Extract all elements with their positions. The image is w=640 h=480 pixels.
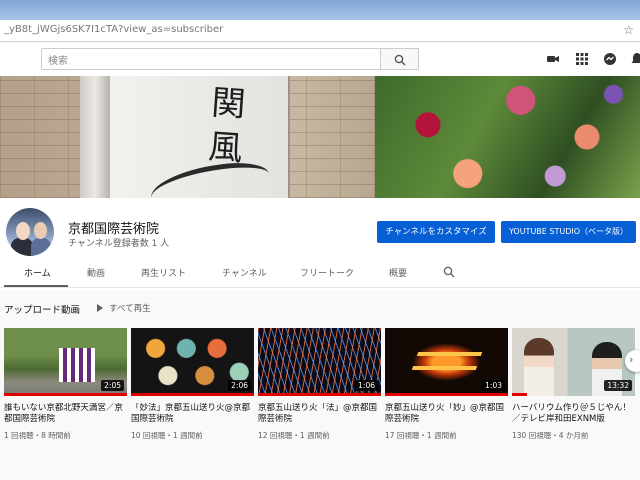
play-icon bbox=[97, 304, 103, 312]
avatar-face bbox=[34, 222, 47, 239]
video-duration: 1:03 bbox=[482, 380, 505, 391]
watch-progress bbox=[131, 393, 254, 396]
video-duration: 1:06 bbox=[355, 380, 378, 391]
browser-titlebar bbox=[0, 0, 640, 20]
avatar-figure bbox=[11, 238, 33, 256]
play-all-label: すべて再生 bbox=[109, 304, 151, 314]
watch-progress bbox=[385, 393, 508, 396]
thumbnail-art bbox=[59, 348, 95, 382]
video-card[interactable]: 1:03 京都五山送り火「妙」@京都国際芸術院 17 回視聴・1 週間前 bbox=[385, 328, 508, 441]
star-icon[interactable]: ☆ bbox=[623, 23, 634, 37]
video-title[interactable]: 京都五山送り火「法」@京都国際芸術院 bbox=[258, 403, 381, 425]
video-duration: 2:06 bbox=[228, 380, 251, 391]
tab-videos[interactable]: 動画 bbox=[87, 266, 105, 279]
masthead bbox=[0, 43, 640, 76]
messages-icon[interactable] bbox=[603, 52, 617, 66]
video-duration: 2:05 bbox=[101, 380, 124, 391]
carousel-next-button[interactable]: › bbox=[625, 350, 640, 372]
watch-progress bbox=[4, 393, 127, 396]
video-thumbnail[interactable]: 1:03 bbox=[385, 328, 508, 396]
tab-discussion[interactable]: フリートーク bbox=[300, 266, 354, 279]
video-thumbnail[interactable]: 2:05 bbox=[4, 328, 127, 396]
channel-tabs: ホーム 動画 再生リスト チャンネル フリートーク 概要 bbox=[0, 260, 640, 288]
youtube-channel-page: _yB8t_jWGjs6SK7I1cTA?view_as=subscriber … bbox=[0, 0, 640, 480]
video-duration: 13:32 bbox=[604, 380, 632, 391]
search-input[interactable] bbox=[42, 51, 380, 72]
search-icon bbox=[394, 54, 406, 66]
video-meta: 10 回視聴・1 週間前 bbox=[131, 431, 203, 440]
search-button[interactable] bbox=[381, 48, 419, 70]
video-card[interactable]: 2:06 「妙法」京都五山送り火@京都国際芸術院 10 回視聴・1 週間前 bbox=[131, 328, 254, 441]
banner-flower-arrangement bbox=[375, 76, 640, 198]
tab-playlists[interactable]: 再生リスト bbox=[141, 266, 186, 279]
tab-about[interactable]: 概要 bbox=[389, 266, 407, 279]
avatar-figure bbox=[31, 238, 51, 256]
thumbnail-art bbox=[411, 352, 483, 370]
video-thumbnail[interactable]: 1:06 bbox=[258, 328, 381, 396]
channel-banner: 関風 bbox=[0, 76, 640, 198]
video-title[interactable]: 誰もいない京都北野天満宮／京都国際芸術院 bbox=[4, 403, 127, 425]
channel-avatar[interactable] bbox=[6, 208, 54, 256]
subscriber-count: チャンネル登録者数 1 人 bbox=[68, 239, 170, 249]
banner-pillar bbox=[80, 76, 110, 198]
video-title[interactable]: 「妙法」京都五山送り火@京都国際芸術院 bbox=[131, 403, 254, 425]
uploads-heading[interactable]: アップロード動画 bbox=[4, 302, 80, 316]
video-meta: 12 回視聴・1 週間前 bbox=[258, 431, 330, 440]
channel-name: 京都国際芸術院 bbox=[68, 222, 160, 237]
video-card[interactable]: 2:05 誰もいない京都北野天満宮／京都国際芸術院 1 回視聴・8 時間前 bbox=[4, 328, 127, 441]
video-thumbnail[interactable]: 13:32 bbox=[512, 328, 635, 396]
video-camera-icon[interactable] bbox=[546, 52, 560, 66]
video-card[interactable]: 13:32 ハーバリウム作り＠５じやん！／テレビ岸和田EXNM版 130 回視聴… bbox=[512, 328, 635, 441]
url-text: _yB8t_jWGjs6SK7I1cTA?view_as=subscriber bbox=[4, 24, 224, 35]
notifications-bell-icon[interactable] bbox=[630, 52, 640, 66]
search-box[interactable] bbox=[41, 48, 381, 72]
thumbnail-art bbox=[524, 338, 554, 396]
avatar-face bbox=[16, 222, 30, 240]
play-all-button[interactable]: すべて再生 bbox=[97, 302, 151, 314]
video-card[interactable]: 1:06 京都五山送り火「法」@京都国際芸術院 12 回視聴・1 週間前 bbox=[258, 328, 381, 441]
watch-progress bbox=[258, 393, 381, 396]
video-meta: 130 回視聴・4 か月前 bbox=[512, 431, 589, 440]
video-thumbnail[interactable]: 2:06 bbox=[131, 328, 254, 396]
chevron-right-icon: › bbox=[629, 353, 634, 366]
video-title[interactable]: 京都五山送り火「妙」@京都国際芸術院 bbox=[385, 403, 508, 425]
customize-channel-button[interactable]: チャンネルをカスタマイズ bbox=[377, 221, 495, 243]
video-meta: 17 回視聴・1 週間前 bbox=[385, 431, 457, 440]
channel-search-icon[interactable] bbox=[443, 266, 455, 278]
active-tab-indicator bbox=[4, 285, 68, 287]
watch-progress bbox=[512, 393, 527, 396]
video-title[interactable]: ハーバリウム作り＠５じやん！／テレビ岸和田EXNM版 bbox=[512, 403, 635, 425]
youtube-studio-button[interactable]: YOUTUBE STUDIO（ベータ版） bbox=[501, 221, 636, 243]
address-bar[interactable]: _yB8t_jWGjs6SK7I1cTA?view_as=subscriber … bbox=[0, 20, 640, 42]
video-meta: 1 回視聴・8 時間前 bbox=[4, 431, 71, 440]
tab-channels[interactable]: チャンネル bbox=[222, 266, 267, 279]
banner-calligraphy: 関風 bbox=[207, 82, 247, 170]
tab-home[interactable]: ホーム bbox=[24, 266, 51, 279]
apps-grid-icon[interactable] bbox=[575, 52, 589, 66]
